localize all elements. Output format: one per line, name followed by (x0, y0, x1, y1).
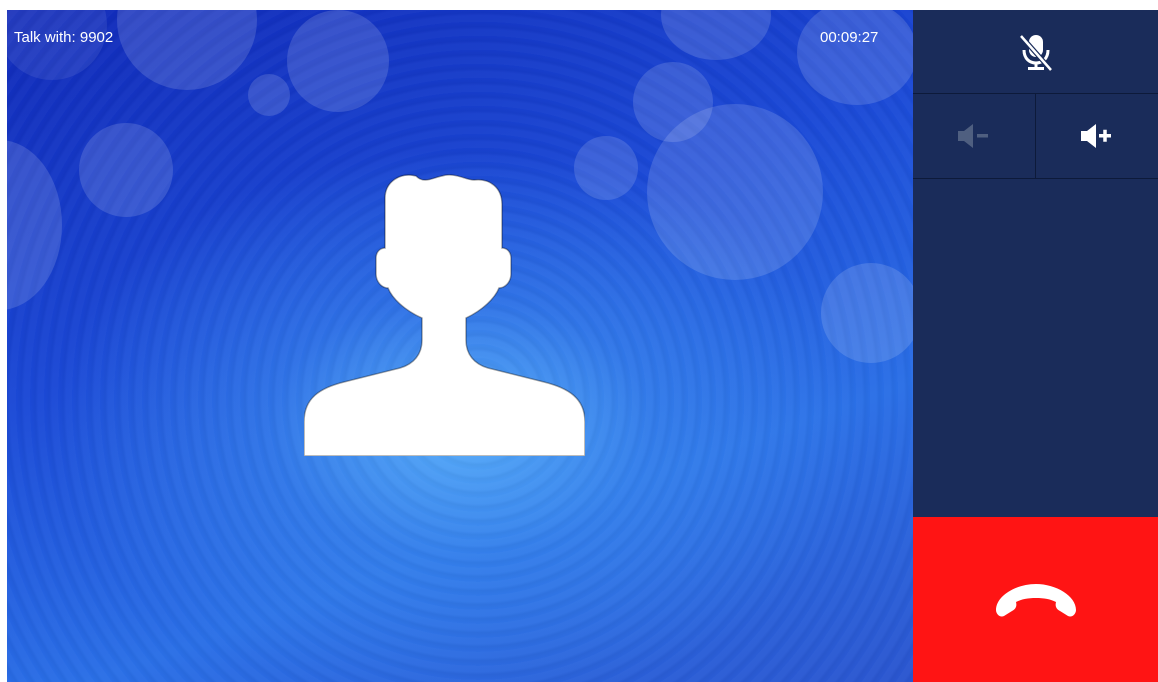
bokeh-bubble (821, 263, 913, 363)
phone-hangup-icon (995, 583, 1076, 617)
call-view: Talk with: 9902 00:09:27 (7, 10, 913, 682)
mic-muted-icon (1018, 33, 1053, 72)
talk-with-label: Talk with: 9902 (14, 29, 114, 46)
bokeh-bubble (647, 104, 823, 280)
call-timer: 00:09:27 (820, 29, 879, 46)
bokeh-bubble (79, 123, 173, 217)
intercom-call-screen: Talk with: 9902 00:09:27 (7, 10, 1158, 682)
volume-up-icon (1081, 124, 1111, 148)
volume-down-icon (958, 124, 988, 148)
bokeh-bubble (248, 74, 290, 116)
volume-down-button[interactable] (913, 94, 1036, 179)
mute-button[interactable] (913, 10, 1158, 94)
call-control-panel (913, 10, 1158, 682)
bokeh-bubble (287, 10, 389, 112)
hangup-button[interactable] (913, 517, 1158, 682)
person-avatar-icon (304, 174, 585, 456)
volume-up-button[interactable] (1036, 94, 1158, 179)
